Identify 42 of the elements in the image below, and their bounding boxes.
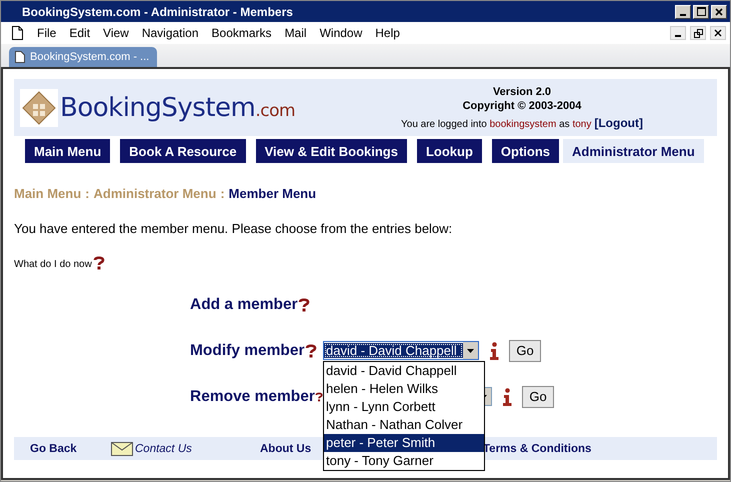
- dropdown-option[interactable]: Nathan - Nathan Colver: [324, 416, 484, 434]
- menu-item[interactable]: Window: [320, 26, 362, 40]
- footer-link[interactable]: Go Back: [30, 442, 77, 454]
- nav-button[interactable]: Book A Resource: [120, 139, 246, 163]
- login-text: You are logged into bookingsystem as tony: [401, 119, 592, 130]
- menu-item[interactable]: File: [37, 26, 56, 40]
- logo-text: BookingSystem.com: [60, 92, 296, 122]
- action-link[interactable]: Modify member: [190, 342, 305, 360]
- breadcrumb-current: Member Menu: [228, 186, 316, 201]
- action-link[interactable]: Remove member: [190, 388, 315, 406]
- action-link[interactable]: Add a member: [190, 296, 298, 314]
- dropdown-option[interactable]: lynn - Lynn Corbett: [324, 398, 484, 416]
- member-select[interactable]: david - David Chappell: [323, 341, 479, 360]
- dropdown-option[interactable]: david - David Chappell: [324, 362, 484, 380]
- menu-item[interactable]: Edit: [69, 26, 90, 40]
- breadcrumb-separator: :: [220, 186, 225, 201]
- window-title: BookingSystem.com - Administrator - Members: [22, 4, 294, 18]
- footer-link[interactable]: About Us: [260, 442, 312, 454]
- menu-item[interactable]: Bookmarks: [212, 26, 272, 40]
- intro-text: You have entered the member menu. Please choose from the entries below:: [14, 221, 454, 236]
- menu-item[interactable]: Help: [375, 26, 400, 40]
- copyright-text: Copyright © 2003-2004: [462, 99, 582, 113]
- nav-button[interactable]: Administrator Menu: [563, 139, 704, 163]
- menu-item[interactable]: Mail: [284, 26, 307, 40]
- dropdown-option[interactable]: tony - Tony Garner: [324, 452, 484, 470]
- nav-button[interactable]: Options: [492, 139, 560, 163]
- dropdown-option[interactable]: helen - Helen Wilks: [324, 380, 484, 398]
- dropdown-option[interactable]: peter - Peter Smith: [324, 434, 484, 452]
- breadcrumb-separator: :: [85, 186, 90, 201]
- version-text: Version 2.0: [492, 85, 552, 99]
- tab-label: BookingSystem.com - ...: [30, 51, 150, 63]
- footer-link[interactable]: Contact Us: [135, 442, 192, 454]
- footer-link[interactable]: Terms & Conditions: [483, 442, 592, 454]
- go-button[interactable]: Go: [522, 386, 554, 408]
- menu-item[interactable]: Navigation: [142, 26, 199, 40]
- logout-link[interactable]: [Logout]: [594, 116, 643, 130]
- help-link[interactable]: What do I do now: [14, 259, 92, 270]
- go-button[interactable]: Go: [509, 340, 541, 362]
- nav-button[interactable]: Main Menu: [25, 139, 110, 163]
- menu-item[interactable]: View: [103, 26, 129, 40]
- nav-button[interactable]: View & Edit Bookings: [256, 139, 407, 163]
- nav-button[interactable]: Lookup: [416, 139, 482, 163]
